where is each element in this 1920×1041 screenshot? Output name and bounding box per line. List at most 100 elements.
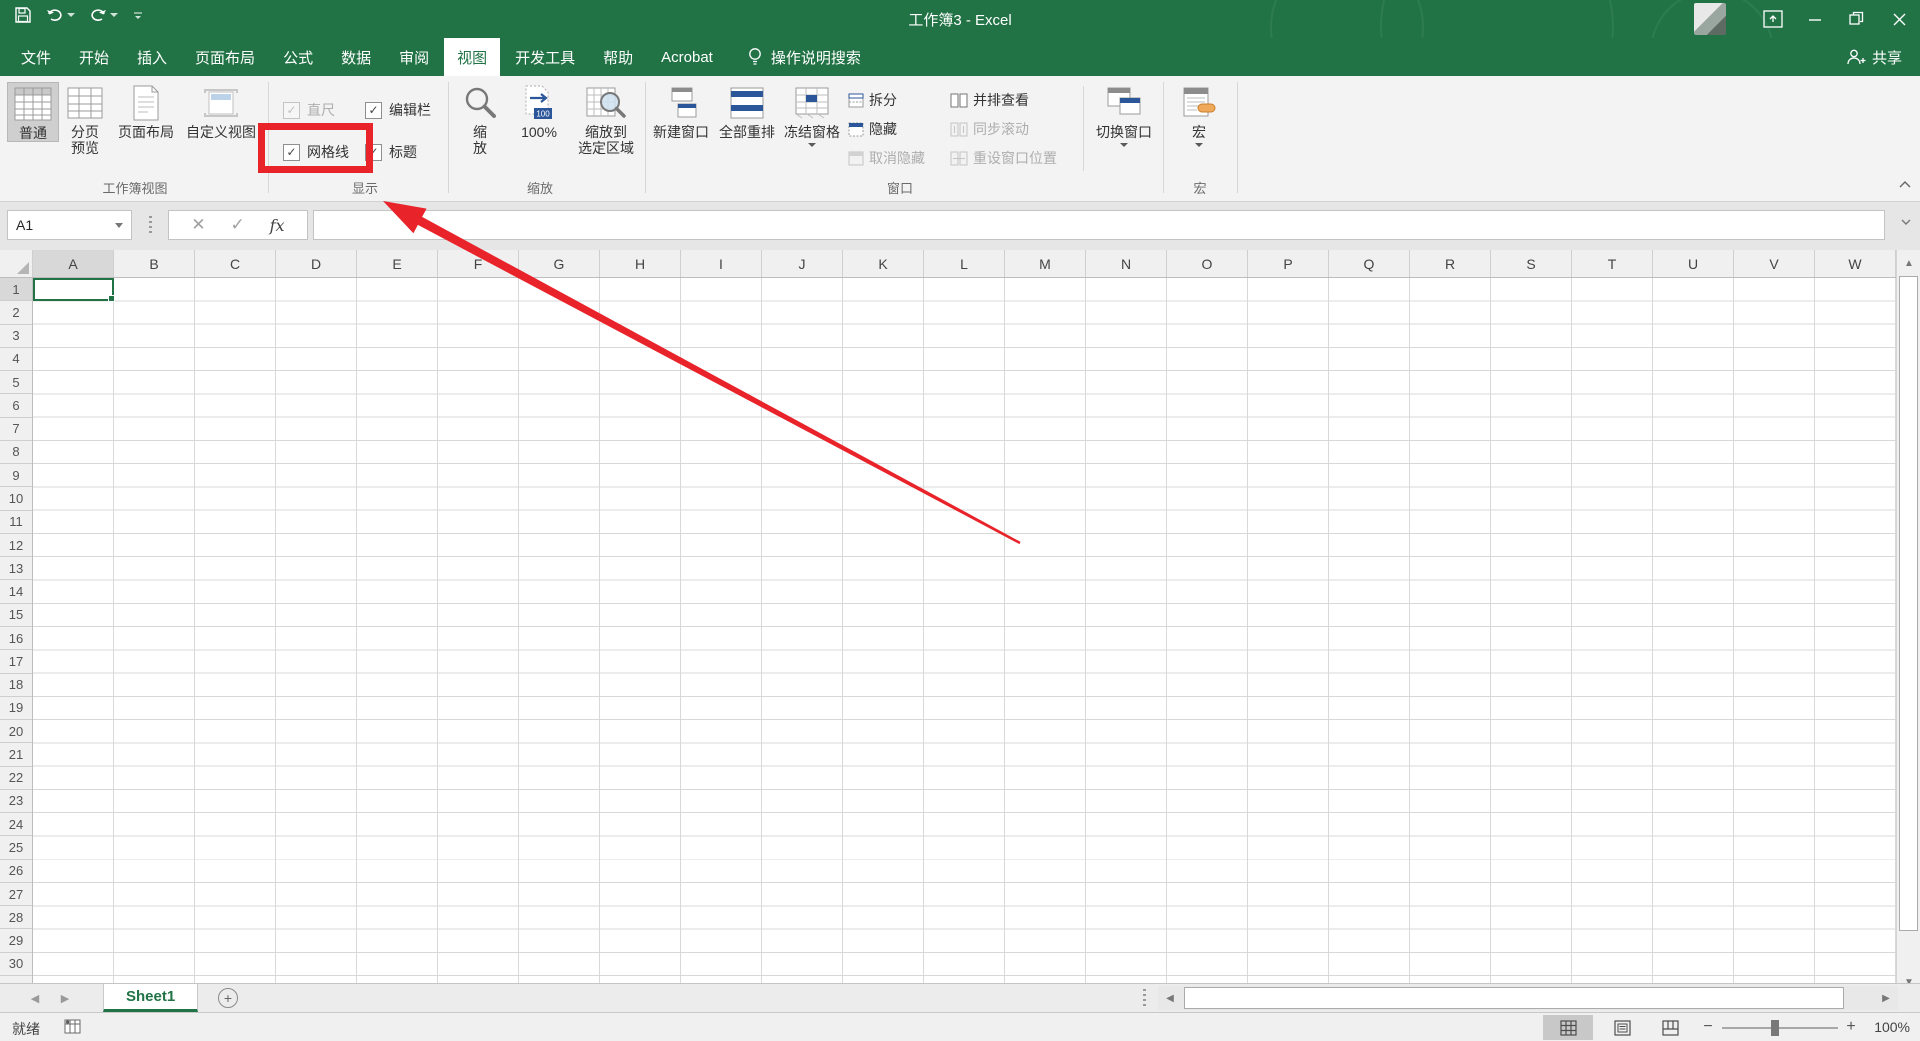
row-header-19[interactable]: 19	[0, 697, 32, 720]
row-header-27[interactable]: 27	[0, 883, 32, 906]
zoom-slider-thumb[interactable]	[1771, 1020, 1779, 1036]
checkbox-0[interactable]: ✓直尺	[283, 100, 335, 120]
row-header-16[interactable]: 16	[0, 627, 32, 650]
sheet-nav-previous-button[interactable]: ◀	[25, 989, 45, 1007]
row-header-4[interactable]: 4	[0, 348, 32, 371]
row-header-25[interactable]: 25	[0, 836, 32, 859]
collapse-ribbon-button[interactable]	[1898, 180, 1912, 189]
worksheet-grid[interactable]	[33, 278, 1896, 983]
column-header-I[interactable]: I	[681, 250, 762, 277]
row-header-9[interactable]: 9	[0, 464, 32, 487]
normal-view-button[interactable]: 普通	[7, 82, 59, 142]
column-header-J[interactable]: J	[762, 250, 843, 277]
column-header-N[interactable]: N	[1086, 250, 1167, 277]
row-header-8[interactable]: 8	[0, 441, 32, 464]
tab-1[interactable]: 插入	[124, 38, 180, 76]
column-header-B[interactable]: B	[114, 250, 195, 277]
undo-button[interactable]	[46, 7, 75, 23]
ribbon-display-options-button[interactable]	[1752, 0, 1794, 38]
vertical-scrollbar-thumb[interactable]	[1899, 276, 1918, 931]
row-header-13[interactable]: 13	[0, 557, 32, 580]
row-header-24[interactable]: 24	[0, 813, 32, 836]
split-button[interactable]: 拆分	[848, 90, 897, 110]
column-header-O[interactable]: O	[1167, 250, 1248, 277]
column-header-H[interactable]: H	[600, 250, 681, 277]
switch-windows-button[interactable]: 切换窗口	[1088, 82, 1160, 147]
row-header-20[interactable]: 20	[0, 720, 32, 743]
horizontal-scrollbar-thumb[interactable]	[1184, 987, 1844, 1009]
confirm-entry-button[interactable]: ✓	[231, 215, 245, 235]
cancel-entry-button[interactable]: ✕	[191, 215, 205, 235]
zoom-in-button[interactable]: +	[1841, 1017, 1861, 1037]
new-sheet-button[interactable]: +	[218, 988, 238, 1008]
tab-3[interactable]: 公式	[270, 38, 326, 76]
column-header-S[interactable]: S	[1491, 250, 1572, 277]
macros-button[interactable]: 宏	[1170, 82, 1228, 147]
tab-8[interactable]: 帮助	[590, 38, 646, 76]
arrange-all-button[interactable]: 全部重排	[715, 82, 779, 140]
column-header-G[interactable]: G	[519, 250, 600, 277]
row-header-23[interactable]: 23	[0, 790, 32, 813]
name-box-dropdown-arrow[interactable]	[115, 223, 123, 228]
column-header-K[interactable]: K	[843, 250, 924, 277]
scroll-left-button[interactable]: ◀	[1160, 987, 1180, 1009]
column-header-V[interactable]: V	[1734, 250, 1815, 277]
row-header-3[interactable]: 3	[0, 325, 32, 348]
zoom-slider-track[interactable]	[1722, 1027, 1838, 1029]
row-header-31[interactable]: 31	[0, 976, 32, 983]
row-header-5[interactable]: 5	[0, 371, 32, 394]
column-header-W[interactable]: W	[1815, 250, 1896, 277]
view-side-by-side-button[interactable]: 并排查看	[950, 90, 1029, 110]
tell-me-search[interactable]: 操作说明搜索	[747, 38, 861, 76]
status-page-layout-button[interactable]	[1597, 1015, 1647, 1040]
zoom-percentage[interactable]: 100%	[1862, 1019, 1910, 1035]
tab-9[interactable]: Acrobat	[648, 38, 726, 76]
record-macro-status-button[interactable]	[64, 1018, 81, 1035]
scroll-right-button[interactable]: ▶	[1876, 987, 1896, 1009]
scroll-up-button[interactable]: ▲	[1899, 253, 1919, 273]
column-header-C[interactable]: C	[195, 250, 276, 277]
row-header-12[interactable]: 12	[0, 534, 32, 557]
column-header-F[interactable]: F	[438, 250, 519, 277]
row-header-17[interactable]: 17	[0, 650, 32, 673]
name-box[interactable]: A1	[7, 210, 132, 240]
save-button[interactable]	[14, 6, 32, 24]
freeze-panes-button[interactable]: 冻结窗格	[781, 82, 843, 147]
column-header-L[interactable]: L	[924, 250, 1005, 277]
horizontal-scrollbar[interactable]: ◀ ▶	[1158, 986, 1898, 1010]
restore-button[interactable]	[1836, 0, 1878, 38]
status-page-break-button[interactable]	[1645, 1015, 1695, 1040]
row-header-10[interactable]: 10	[0, 487, 32, 510]
select-all-corner[interactable]	[0, 250, 33, 277]
zoom-button[interactable]: 缩 放	[452, 82, 508, 156]
column-header-Q[interactable]: Q	[1329, 250, 1410, 277]
hide-button[interactable]: 隐藏	[848, 119, 897, 139]
column-header-E[interactable]: E	[357, 250, 438, 277]
row-header-7[interactable]: 7	[0, 418, 32, 441]
page-layout-view-button[interactable]: 页面布局	[113, 82, 179, 140]
name-box-resize-handle[interactable]	[149, 216, 152, 234]
tab-6[interactable]: 视图	[444, 38, 500, 76]
row-header-14[interactable]: 14	[0, 580, 32, 603]
row-header-1[interactable]: 1	[0, 278, 32, 301]
insert-function-button[interactable]: fx	[270, 216, 285, 235]
sheet-tab-sheet1[interactable]: Sheet1	[103, 984, 198, 1012]
row-header-22[interactable]: 22	[0, 767, 32, 790]
row-header-21[interactable]: 21	[0, 743, 32, 766]
row-header-18[interactable]: 18	[0, 674, 32, 697]
minimize-button[interactable]	[1794, 0, 1836, 38]
share-button[interactable]: 共享	[1846, 38, 1902, 76]
tab-0[interactable]: 开始	[66, 38, 122, 76]
column-header-A[interactable]: A	[33, 250, 114, 277]
row-header-6[interactable]: 6	[0, 394, 32, 417]
formula-input[interactable]	[313, 210, 1885, 240]
column-header-D[interactable]: D	[276, 250, 357, 277]
checkbox-1[interactable]: ✓编辑栏	[365, 100, 431, 120]
tab-7[interactable]: 开发工具	[502, 38, 588, 76]
unhide-button[interactable]: 取消隐藏	[848, 148, 925, 168]
expand-formula-bar-button[interactable]	[1900, 218, 1912, 226]
tab-4[interactable]: 数据	[328, 38, 384, 76]
row-header-15[interactable]: 15	[0, 604, 32, 627]
row-header-2[interactable]: 2	[0, 301, 32, 324]
tab-split-handle[interactable]	[1143, 989, 1146, 1007]
